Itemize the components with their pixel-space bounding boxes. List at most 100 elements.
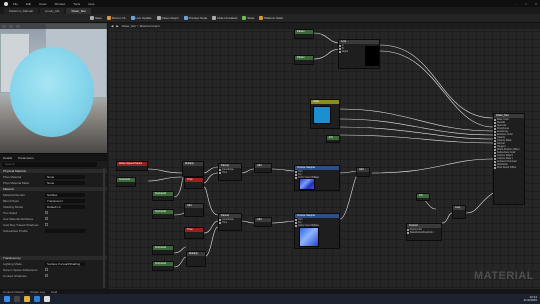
- lerp-preview: [365, 46, 379, 66]
- details-row: Phys Material None: [3, 174, 103, 179]
- os-taskbar: 10:24 2/13/2025: [0, 294, 540, 304]
- clean-icon: [156, 16, 161, 20]
- graph-breadcrumb-bar: ◀ ▶ Water_Mer > Material Graph: [108, 23, 540, 29]
- graph-node-multiply-b[interactable]: Multiply: [186, 251, 206, 267]
- search-icon[interactable]: [14, 296, 20, 302]
- color-swatch: [313, 106, 331, 124]
- graph-node-param-c[interactable]: 0.9: [416, 193, 430, 201]
- graph-node-add-c[interactable]: Add: [254, 217, 272, 227]
- section-physical-material[interactable]: Physical Material: [0, 169, 107, 173]
- graph-node-constant[interactable]: TexCoord: [152, 209, 174, 219]
- unreal-editor-icon[interactable]: [44, 296, 50, 302]
- close-icon[interactable]: ✕: [532, 2, 540, 6]
- graph-node-multiply[interactable]: Multiply: [182, 161, 204, 177]
- details-row: Subsurface Profile: [3, 228, 103, 233]
- graph-node-add[interactable]: Add: [184, 203, 204, 217]
- graph-node-coord-a[interactable]: TexCoord: [116, 177, 136, 187]
- graph-node-add-b[interactable]: Add: [254, 163, 272, 173]
- graph-node-coord-b[interactable]: TexCoord: [152, 191, 174, 201]
- stats-button[interactable]: Stats: [242, 16, 254, 20]
- hide-icon: [212, 16, 217, 20]
- viewport-view-button[interactable]: [9, 24, 13, 28]
- preview-node-button[interactable]: Preview Node: [183, 16, 207, 20]
- graph-node-coord-d[interactable]: TexCoord: [152, 261, 174, 271]
- content-drawer-button[interactable]: Content Drawer: [3, 290, 24, 294]
- clean-graph-button[interactable]: Clean Graph: [156, 16, 179, 20]
- menu-file[interactable]: File: [10, 2, 21, 6]
- two-sided-checkbox[interactable]: [45, 211, 48, 214]
- graph-node-wave-speed[interactable]: Wave Speed Param: [116, 161, 148, 171]
- details-row: Shading Model Default Lit: [3, 204, 103, 209]
- contact-shadows-checkbox[interactable]: [45, 274, 48, 277]
- graph-node-texture-sample-a[interactable]: Texture Sample UVs Tex Apply View MipBia…: [294, 165, 340, 191]
- details-row: Lighting Mode Surface ForwardShading: [3, 261, 103, 266]
- details-tabs: Details Parameters: [0, 154, 107, 161]
- tab-details[interactable]: Details: [3, 156, 12, 160]
- file-explorer-icon[interactable]: [24, 296, 30, 302]
- graph-node-lerp[interactable]: Lerp A B Alpha: [338, 39, 380, 69]
- section-translucency[interactable]: Translucency: [0, 256, 107, 260]
- graph-node-param-b[interactable]: Param: [294, 55, 314, 65]
- viewport-toolbar: [0, 23, 107, 29]
- details-row: Blend Mode Translucent: [3, 198, 103, 203]
- menu-asset[interactable]: Asset: [36, 2, 50, 6]
- ray-traced-shadows-checkbox[interactable]: [45, 223, 48, 226]
- forward-arrow-icon[interactable]: ▶: [116, 24, 118, 28]
- cmd-input[interactable]: Cmd: [51, 290, 57, 294]
- save-icon: [90, 16, 94, 20]
- graph-node-panner-a[interactable]: Panner Coordinate Time: [218, 163, 242, 181]
- details-row: Use Material Attributes: [3, 216, 103, 221]
- graph-node-param-a[interactable]: Param: [294, 29, 314, 39]
- details-scrollbar[interactable]: [103, 168, 105, 288]
- graph-node-fresnel[interactable]: Fresnel ExponentIn BaseReflectFractionIn: [406, 223, 442, 241]
- live-update-button[interactable]: Live Update: [130, 16, 152, 20]
- browse-button[interactable]: Find in Cb: [106, 16, 126, 20]
- details-row: Material Domain Surface: [3, 192, 103, 197]
- minimize-icon[interactable]: –: [512, 2, 520, 6]
- unreal-logo-icon: [4, 1, 8, 6]
- toolbar: Save Find in Cb Live Update Clean Graph …: [0, 14, 540, 23]
- output-log-button[interactable]: Output Log: [30, 290, 45, 294]
- platform-icon: [259, 16, 264, 20]
- save-button[interactable]: Save: [90, 16, 102, 20]
- graph-node-texture-sample-b[interactable]: Texture Sample UVs Tex Apply View MipBia…: [294, 213, 340, 249]
- platform-stats-button[interactable]: Platform Stats: [259, 16, 283, 20]
- maximize-icon[interactable]: □: [522, 2, 530, 6]
- menu-window[interactable]: Window: [52, 2, 69, 6]
- graph-node-time-b[interactable]: Time: [184, 227, 204, 239]
- graph-node-time-a[interactable]: Time: [184, 177, 204, 189]
- details-row: Cast Ray Traced Shadows: [3, 222, 103, 227]
- hide-unrelated-button[interactable]: Hide Unrelated: [212, 16, 237, 20]
- browser-icon[interactable]: [34, 296, 40, 302]
- material-graph-canvas[interactable]: Param Param Lerp A B Alpha Color 0.9 Wav…: [108, 23, 540, 289]
- graph-node-lerp-b[interactable]: Lerp: [452, 205, 466, 219]
- details-panel: Details Parameters Search Physical Mater…: [0, 153, 107, 294]
- viewport-menu-button[interactable]: [2, 24, 6, 28]
- browse-icon: [106, 16, 111, 20]
- material-preview-viewport[interactable]: [0, 23, 107, 153]
- viewport-show-button[interactable]: [16, 24, 20, 28]
- menu-bar: File Edit Asset Window Tools Help – □ ✕: [0, 0, 540, 7]
- menu-help[interactable]: Help: [85, 2, 97, 6]
- section-material[interactable]: Material: [0, 187, 107, 191]
- graph-node-panner-b[interactable]: Panner Coordinate Time: [218, 213, 242, 231]
- windows-start-icon[interactable]: [4, 296, 10, 302]
- stats-icon: [242, 16, 247, 20]
- tab-parameters[interactable]: Parameters: [18, 156, 34, 160]
- details-row: Phys Material Mask None: [3, 180, 103, 185]
- material-attributes-checkbox[interactable]: [45, 217, 48, 220]
- ssr-checkbox[interactable]: [45, 268, 48, 271]
- graph-node-blend[interactable]: Add: [356, 167, 370, 177]
- menu-edit[interactable]: Edit: [23, 2, 34, 6]
- graph-node-coord-c[interactable]: TexCoord: [152, 245, 174, 255]
- graph-node-material-output[interactable]: Water_Mer Base Color Metallic Specular R…: [493, 113, 525, 205]
- details-search-input[interactable]: Search: [2, 162, 97, 167]
- preview-icon: [183, 16, 188, 20]
- graph-node-roughness[interactable]: 0.9: [326, 135, 340, 143]
- back-arrow-icon[interactable]: ◀: [111, 24, 113, 28]
- graph-node-color[interactable]: Color: [310, 99, 340, 129]
- menu-tools[interactable]: Tools: [70, 2, 83, 6]
- system-clock[interactable]: 10:24 2/13/2025: [524, 296, 537, 302]
- details-row: Contact Shadows: [3, 273, 103, 278]
- refresh-icon: [130, 16, 135, 20]
